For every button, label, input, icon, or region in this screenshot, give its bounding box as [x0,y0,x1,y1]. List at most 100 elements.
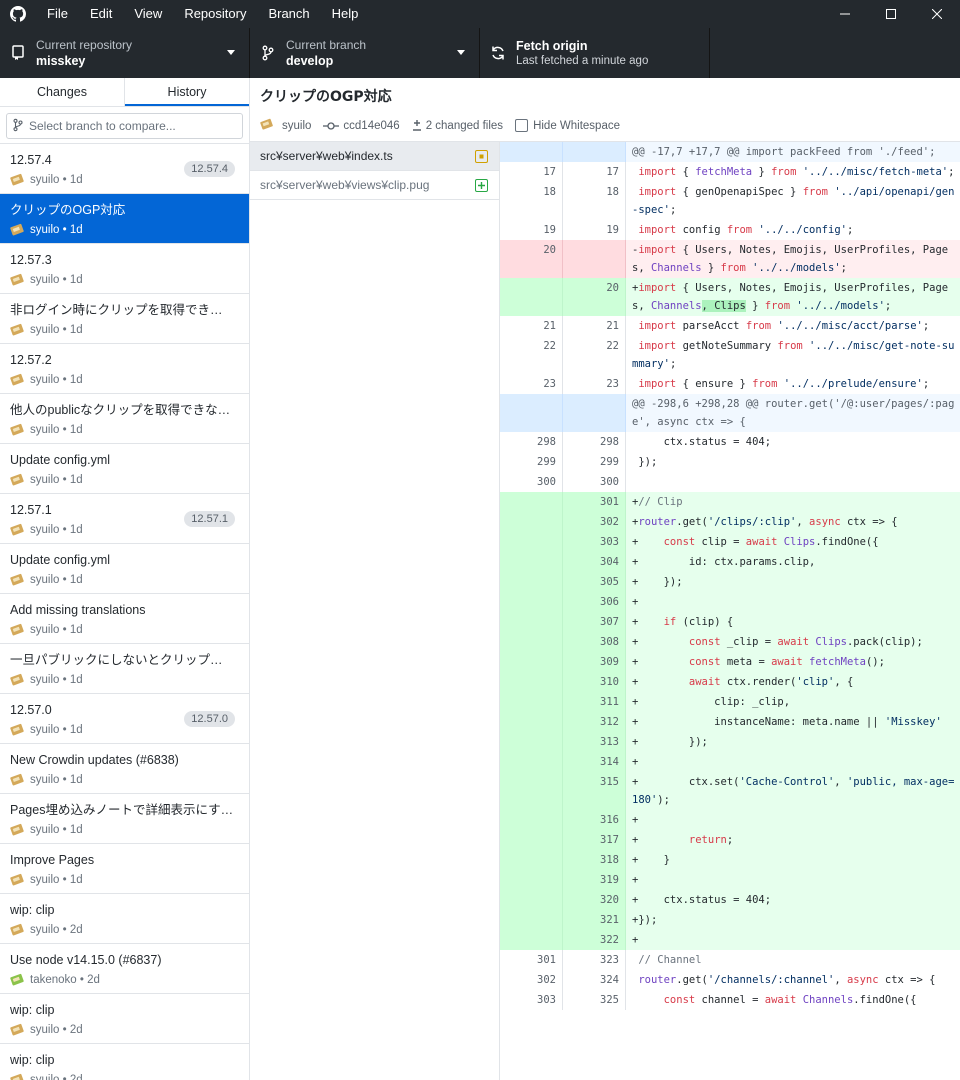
commit-author: syuilo [260,117,311,134]
diff-line-added[interactable]: 320 + ctx.status = 404; [500,890,960,910]
commit-list-item[interactable]: 他人のpublicなクリップを取得できない問題... syuilo • 1d [0,394,249,444]
menu-repository[interactable]: Repository [173,0,257,28]
commit-meta: syuilo ccd14e046 2 changed files Hide Wh… [260,117,950,134]
diff-line[interactable]: 298 298 ctx.status = 404; [500,432,960,452]
commit-list-item[interactable]: wip: clip syuilo • 2d [0,1044,249,1080]
diff-line-added[interactable]: 310 + await ctx.render('clip', { [500,672,960,692]
menu-branch[interactable]: Branch [257,0,320,28]
diff-line-added[interactable]: 304 + id: ctx.params.clip, [500,552,960,572]
commit-list-item[interactable]: 非ログイン時にクリップを取得できない問題を... syuilo • 1d [0,294,249,344]
commit-list-item[interactable]: 12.57.2 syuilo • 1d [0,344,249,394]
commit-list-item[interactable]: wip: clip syuilo • 2d [0,994,249,1044]
commit-list-item[interactable]: Improve Pages syuilo • 1d [0,844,249,894]
diff-line-added[interactable]: 314 + [500,752,960,772]
commit-item-author: syuilo [30,373,60,386]
commit-item-author: syuilo [30,423,60,436]
diff-line-added[interactable]: 319 + [500,870,960,890]
commit-list-item[interactable]: クリップのOGP対応 syuilo • 1d [0,194,249,244]
compare-branch-input[interactable] [29,119,229,133]
diff-line[interactable]: 299 299 }); [500,452,960,472]
diff-hunk-header[interactable]: @@ -298,6 +298,28 @@ router.get('/@:user… [500,394,960,432]
diff-line-removed[interactable]: 20 -import { Users, Notes, Emojis, UserPr… [500,240,960,278]
commit-list-item[interactable]: wip: clip syuilo • 2d [0,894,249,944]
diff-line[interactable]: 301 323 // Channel [500,950,960,970]
diff-line-added[interactable]: 317 + return; [500,830,960,850]
current-branch-button[interactable]: Current branch develop [250,28,480,78]
diff-line-added[interactable]: 302 +router.get('/clips/:clip', async ctx… [500,512,960,532]
diff-code: + } [632,854,670,866]
new-line-number: 23 [563,374,626,394]
new-line-number: 321 [563,910,626,930]
commit-list-item[interactable]: Update config.yml syuilo • 1d [0,444,249,494]
diff-line-added[interactable]: 20 +import { Users, Notes, Emojis, UserPr… [500,278,960,316]
tab-changes[interactable]: Changes [0,78,124,106]
file-item[interactable]: src¥server¥web¥views¥clip.pug [250,171,499,200]
diff-line-added[interactable]: 312 + instanceName: meta.name || 'Misskey… [500,712,960,732]
maximize-icon[interactable] [868,0,914,28]
menu-file[interactable]: File [36,0,79,28]
commit-item-author: syuilo [30,573,60,586]
diff-line-added[interactable]: 322 + [500,930,960,950]
diff-line-added[interactable]: 315 + ctx.set('Cache-Control', 'public, m… [500,772,960,810]
diff-line[interactable]: 302 324 router.get('/channels/:channel', … [500,970,960,990]
menu-view[interactable]: View [123,0,173,28]
fetch-status: Last fetched a minute ago [516,54,649,67]
commit-icon [323,121,340,130]
tab-history[interactable]: History [124,78,249,106]
sidebar: Changes History 12.57.4syuilo • 1d12.57.… [0,78,250,1080]
diff-line-added[interactable]: 308 + const _clip = await Clips.pack(clip… [500,632,960,652]
old-line-number [500,652,563,672]
diff-line[interactable]: 21 21 import parseAcct from '../../misc/a… [500,316,960,336]
commit-item-title: wip: clip [10,903,55,917]
commit-list-item[interactable]: 一旦パブリックにしないとクリップ作成できな... syuilo • 1d [0,644,249,694]
commit-list-item[interactable]: Use node v14.15.0 (#6837) takenoko • 2d [0,944,249,994]
hide-whitespace-toggle[interactable]: Hide Whitespace [515,119,620,132]
commit-item-title: Improve Pages [10,853,95,867]
diff-line[interactable]: 18 18 import { genOpenapiSpec } from '../… [500,182,960,220]
diff-line[interactable]: 300 300 [500,472,960,492]
fetch-origin-button[interactable]: Fetch origin Last fetched a minute ago [480,28,710,78]
diff-line-added[interactable]: 306 + [500,592,960,612]
diff-line-added[interactable]: 316 + [500,810,960,830]
commit-list-item[interactable]: 12.57.0 syuilo • 1d 12.57.0 [0,694,249,744]
diff-line-added[interactable]: 318 + } [500,850,960,870]
diff-line[interactable]: 17 17 import { fetchMeta } from '../../mi… [500,162,960,182]
diff-line-added[interactable]: 313 + }); [500,732,960,752]
diff-line-added[interactable]: 305 + }); [500,572,960,592]
diff-line-added[interactable]: 303 + const clip = await Clips.findOne({ [500,532,960,552]
diff-line-added[interactable]: 301 +// Clip [500,492,960,512]
commit-item-time: 1d [69,273,83,286]
menu-help[interactable]: Help [321,0,370,28]
diff-line-added[interactable]: 311 + clip: _clip, [500,692,960,712]
file-item[interactable]: src¥server¥web¥index.ts [250,142,499,171]
commit-list-item[interactable]: Pages埋め込みノートで詳細表示にするかど... syuilo • 1d [0,794,249,844]
commit-sha[interactable]: ccd14e046 [323,120,400,132]
new-line-number: 309 [563,652,626,672]
current-repository-button[interactable]: Current repository misskey [0,28,250,78]
diff-line-added[interactable]: 321 +}); [500,910,960,930]
github-logo-icon [0,0,36,28]
diff-line[interactable]: 23 23 import { ensure } from '../../prelu… [500,374,960,394]
commit-list-item[interactable]: 12.57.1 syuilo • 1d 12.57.1 [0,494,249,544]
diff-line-added[interactable]: 307 + if (clip) { [500,612,960,632]
diff-code: + ctx.set('Cache-Control', 'public, max-… [632,776,955,806]
avatar [10,622,25,637]
menu-edit[interactable]: Edit [79,0,123,28]
commit-item-author: syuilo [30,923,60,936]
minimize-icon[interactable] [822,0,868,28]
diff-line[interactable]: 22 22 import getNoteSummary from '../../m… [500,336,960,374]
commit-list-item[interactable]: Update config.yml syuilo • 1d [0,544,249,594]
diff-line-added[interactable]: 309 + const meta = await fetchMeta(); [500,652,960,672]
hide-whitespace-checkbox[interactable] [515,119,529,132]
commit-list-item[interactable]: 12.57.4 syuilo • 1d 12.57.4 [0,144,249,194]
commit-item-author: syuilo [30,1023,60,1036]
diff-line[interactable]: 19 19 import config from '../../config'; [500,220,960,240]
commit-list-item[interactable]: Add missing translations syuilo • 1d [0,594,249,644]
diff-hunk-header[interactable]: @@ -17,7 +17,7 @@ import packFeed from '… [500,142,960,162]
commit-list-item[interactable]: New Crowdin updates (#6838) syuilo • 1d [0,744,249,794]
close-icon[interactable] [914,0,960,28]
new-line-number: 302 [563,512,626,532]
avatar [10,172,25,187]
commit-list-item[interactable]: 12.57.3 syuilo • 1d [0,244,249,294]
diff-line[interactable]: 303 325 const channel = await Channels.fi… [500,990,960,1010]
